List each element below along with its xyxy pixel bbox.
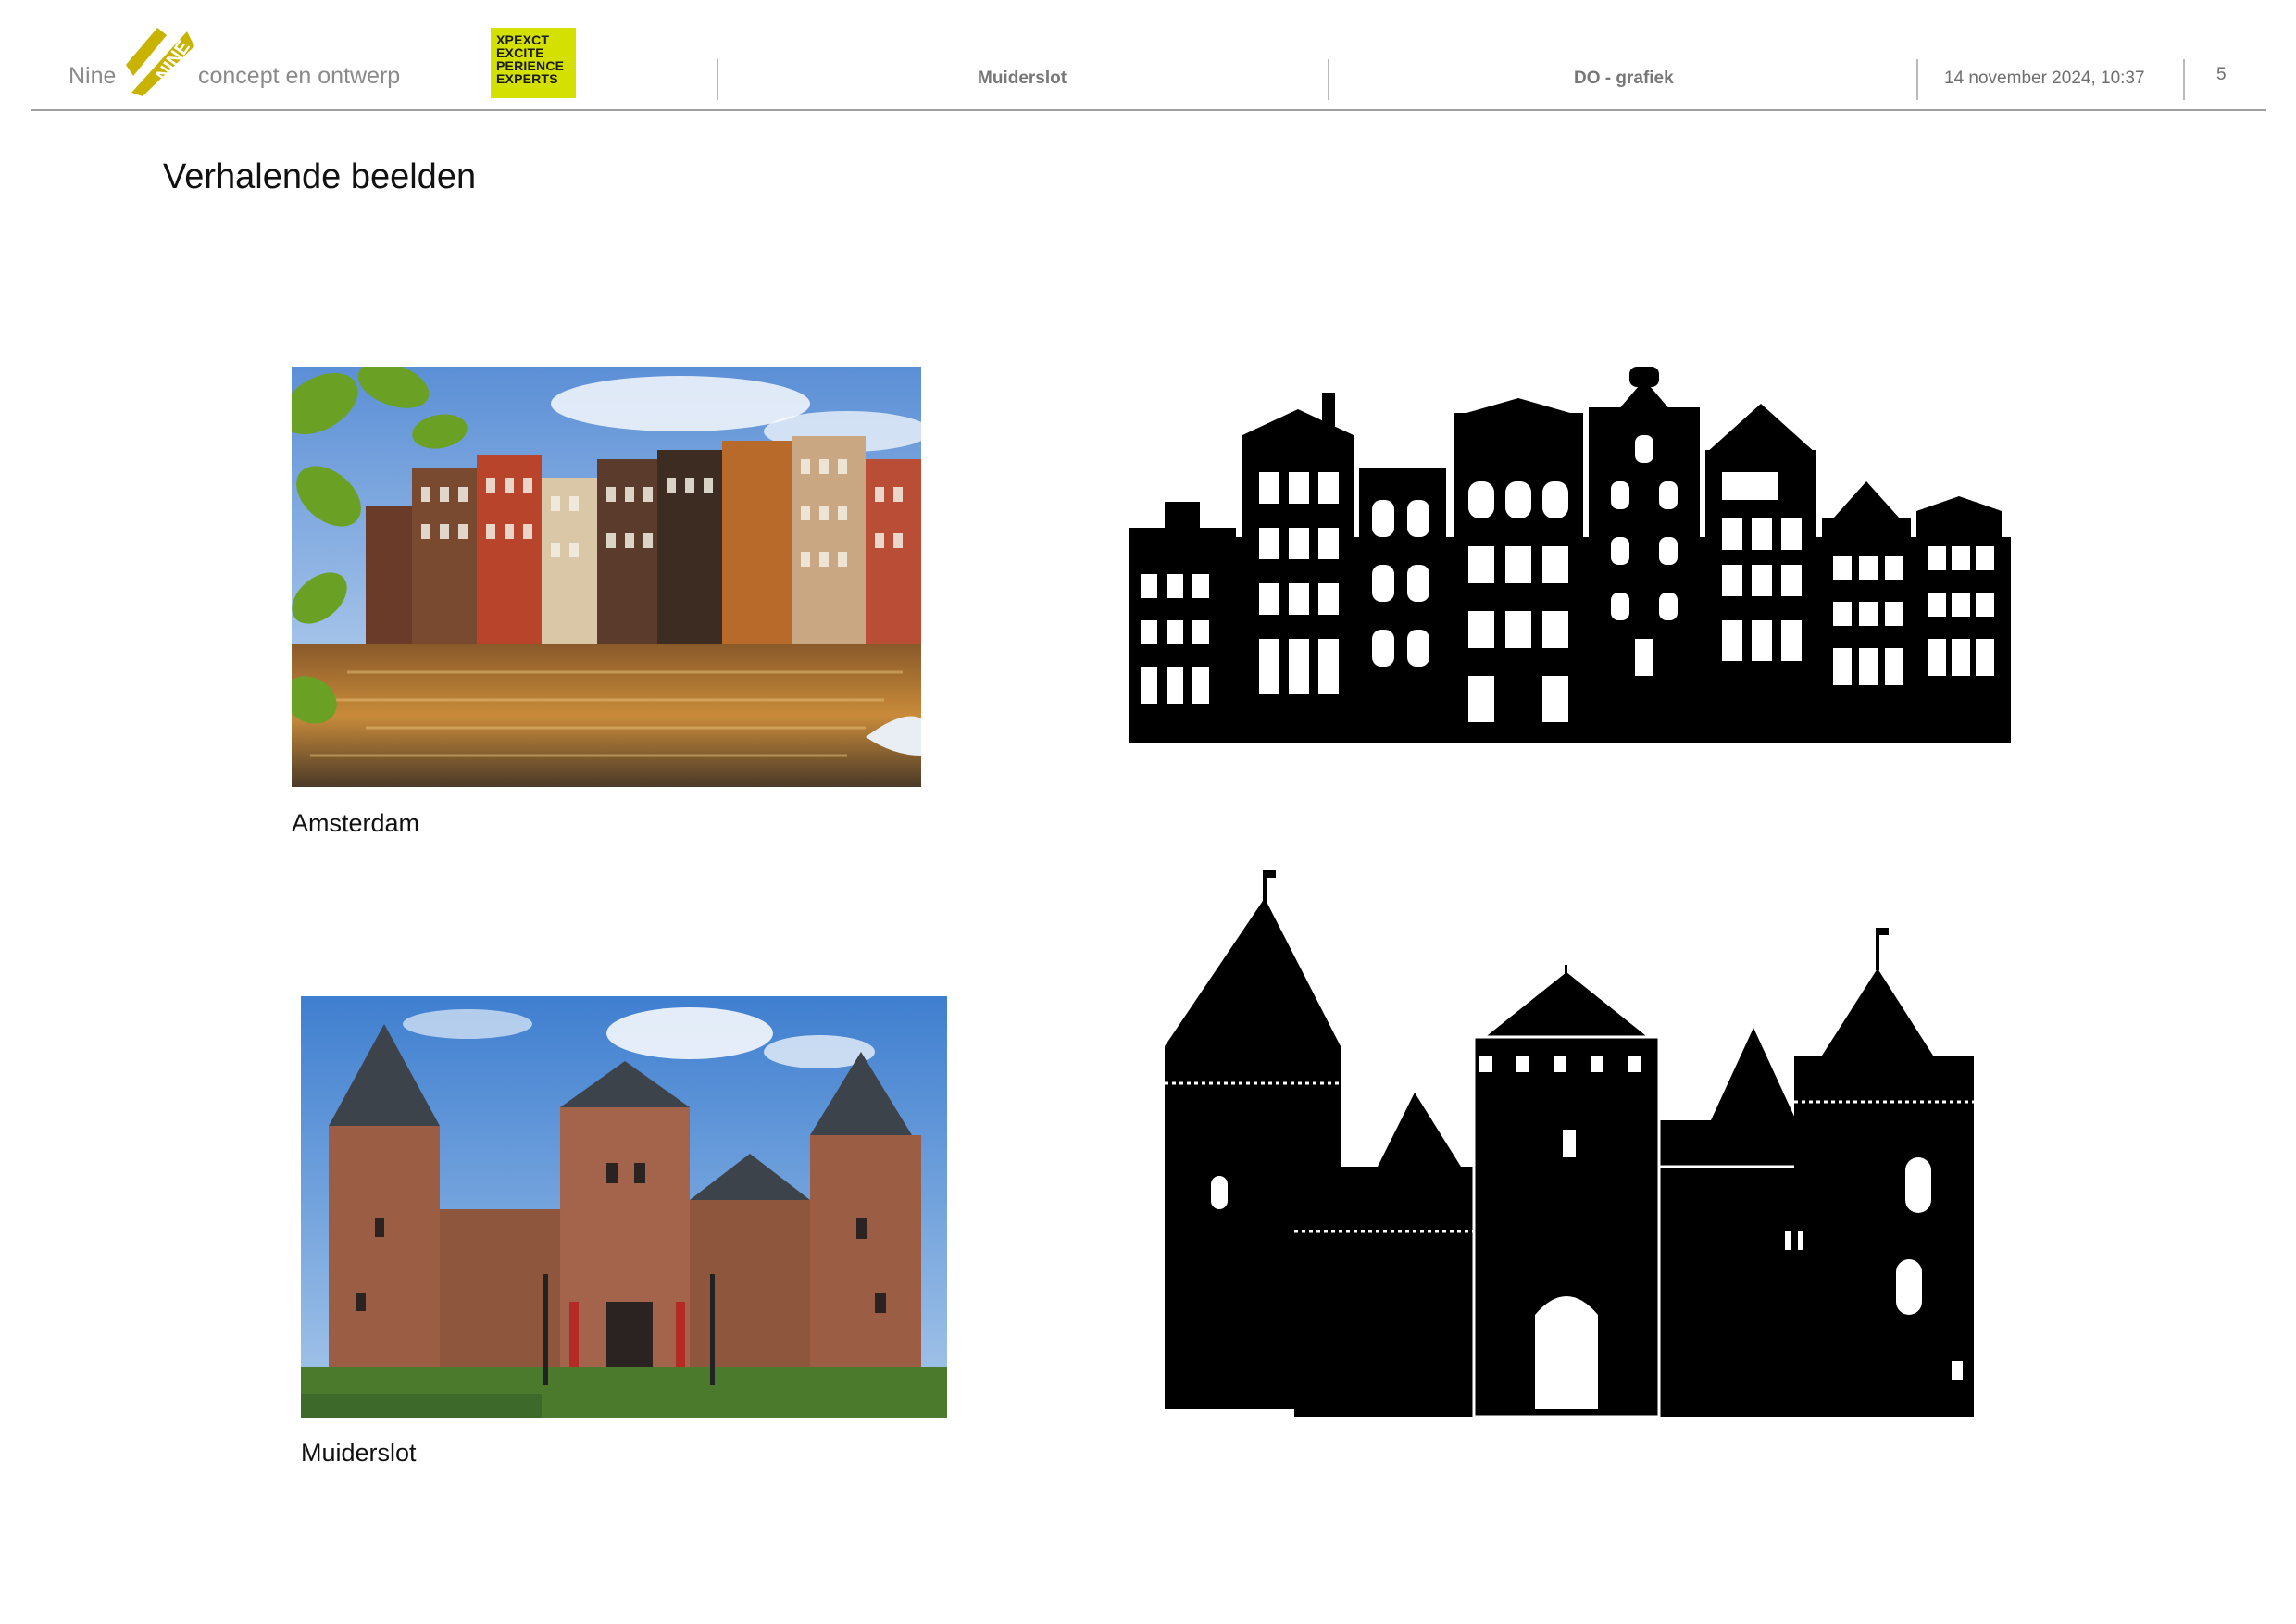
project-name: Muiderslot bbox=[978, 69, 1067, 88]
muiderslot-castle-silhouette bbox=[1155, 861, 1992, 1424]
xpexct-logo: XPEXCT EXCITE PERIENCE EXPERTS bbox=[491, 28, 576, 98]
phase-label: DO - grafiek bbox=[1574, 69, 1674, 88]
xpexct-line-1: XPEXCT bbox=[496, 32, 550, 47]
page-title: Verhalende beelden bbox=[163, 157, 477, 196]
page-number: 5 bbox=[2216, 65, 2227, 84]
header-rule bbox=[31, 109, 2266, 111]
datetime: 14 november 2024, 10:37 bbox=[1944, 69, 2145, 88]
muiderslot-photo bbox=[301, 996, 947, 1418]
header-divider bbox=[1916, 59, 1918, 100]
xpexct-line-2: EXCITE bbox=[496, 45, 544, 60]
header-divider bbox=[2183, 59, 2185, 100]
muiderslot-caption: Muiderslot bbox=[301, 1439, 417, 1467]
header-divider bbox=[717, 59, 718, 100]
brand-name-left: Nine bbox=[69, 63, 117, 89]
xpexct-line-3: PERIENCE bbox=[496, 58, 565, 73]
brand-tagline: concept en ontwerp bbox=[198, 63, 401, 89]
amsterdam-photo bbox=[292, 367, 921, 787]
amsterdam-skyline-silhouette bbox=[1129, 361, 2011, 743]
nine-logo: NINE bbox=[126, 28, 194, 96]
header-divider bbox=[1328, 59, 1329, 100]
amsterdam-caption: Amsterdam bbox=[292, 809, 420, 837]
xpexct-line-4: EXPERTS bbox=[496, 71, 558, 86]
